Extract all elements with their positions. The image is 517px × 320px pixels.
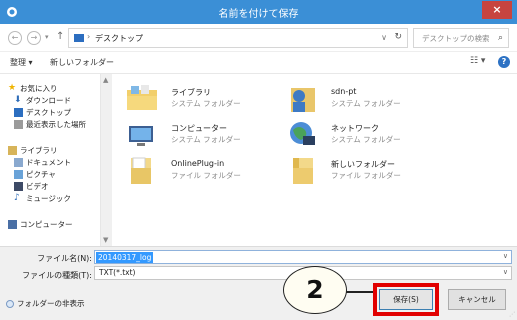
scroll-up-icon[interactable]: ▲ xyxy=(103,76,108,84)
sidebar-item-label: ライブラリ xyxy=(20,145,58,155)
sidebar-item-libraries[interactable]: ライブラリ xyxy=(8,144,58,156)
address-dropdown-icon[interactable]: ∨ xyxy=(381,33,387,42)
file-type: ファイル フォルダー xyxy=(171,171,241,180)
address-bar[interactable]: › デスクトップ ∨ ↻ xyxy=(68,28,408,48)
file-name: コンピューター xyxy=(171,124,227,133)
sidebar-item-label: デスクトップ xyxy=(26,107,71,117)
address-row: ← → ▾ ↑ › デスクトップ ∨ ↻ デスクトップの検索 ⌕ xyxy=(0,24,517,52)
videos-icon xyxy=(14,181,23,191)
file-name: sdn-pt xyxy=(331,87,357,96)
step-callout: 2 xyxy=(283,266,347,314)
filetype-label: ファイルの種類(T): xyxy=(22,271,92,280)
star-icon: ★ xyxy=(8,82,17,93)
filename-dropdown-icon[interactable]: ∨ xyxy=(503,252,508,260)
up-arrow-icon[interactable]: ↑ xyxy=(56,31,64,42)
sidebar-item-music[interactable]: ♪ ミュージック xyxy=(14,192,71,204)
back-icon[interactable]: ← xyxy=(8,31,22,45)
sidebar-scrollbar[interactable]: ▲ ▼ xyxy=(100,74,112,246)
sidebar-item-documents[interactable]: ドキュメント xyxy=(14,156,71,168)
close-button[interactable]: × xyxy=(482,1,512,19)
file-name: ネットワーク xyxy=(331,124,379,133)
list-item[interactable]: ネットワーク システム フォルダー xyxy=(285,116,455,154)
list-item[interactable]: コンピューター システム フォルダー xyxy=(125,116,295,154)
file-type: システム フォルダー xyxy=(331,135,401,144)
file-name: 新しいフォルダー xyxy=(331,160,395,169)
download-icon: ⬇ xyxy=(14,94,22,105)
navigation-pane: ★ お気に入り ⬇ ダウンロード デスクトップ 最近表示した場所 ライブラリ ド… xyxy=(0,74,112,246)
desktop-folder-icon xyxy=(74,34,84,42)
sidebar-item-label: ドキュメント xyxy=(26,157,71,167)
filename-value: 20140317_log xyxy=(96,252,154,263)
list-item[interactable]: ライブラリ システム フォルダー xyxy=(125,80,295,118)
scroll-down-icon[interactable]: ▼ xyxy=(103,236,108,244)
hide-folders-toggle[interactable]: フォルダーの非表示 xyxy=(6,298,85,309)
resize-grip-icon[interactable]: ⋰ xyxy=(509,311,515,318)
sidebar-item-label: お気に入り xyxy=(20,83,58,93)
sidebar-item-videos[interactable]: ビデオ xyxy=(14,180,49,192)
computer-icon xyxy=(8,219,17,229)
recent-places-icon xyxy=(14,119,23,129)
user-folder-icon xyxy=(291,88,315,112)
search-input[interactable]: デスクトップの検索 ⌕ xyxy=(413,28,509,48)
list-item[interactable]: OnlinePlug-in ファイル フォルダー xyxy=(125,152,295,190)
sidebar-item-label: 最近表示した場所 xyxy=(26,119,86,129)
save-form: ファイル名(N): 20140317_log ∨ ファイルの種類(T): TXT… xyxy=(0,246,517,320)
refresh-icon[interactable]: ↻ xyxy=(394,32,402,42)
library-folder-icon xyxy=(127,85,157,110)
file-type: システム フォルダー xyxy=(331,99,401,108)
sidebar-item-label: ミュージック xyxy=(26,193,71,203)
computer-icon xyxy=(129,126,153,146)
sidebar-item-desktop[interactable]: デスクトップ xyxy=(14,106,71,118)
callout-pointer xyxy=(345,291,373,293)
list-item[interactable]: sdn-pt システム フォルダー xyxy=(285,80,455,118)
sidebar-item-recent[interactable]: 最近表示した場所 xyxy=(14,118,86,130)
history-dropdown-icon[interactable]: ▾ xyxy=(45,33,49,41)
documents-icon xyxy=(14,157,23,167)
file-type: システム フォルダー xyxy=(171,99,241,108)
organize-button[interactable]: 整理 ▾ xyxy=(10,57,33,68)
file-type: システム フォルダー xyxy=(171,135,241,144)
folder-icon xyxy=(131,157,151,184)
sidebar-item-label: ビデオ xyxy=(26,181,49,191)
save-button[interactable]: 保存(S) xyxy=(379,289,433,310)
file-type: ファイル フォルダー xyxy=(331,171,401,180)
folder-icon xyxy=(293,158,313,184)
breadcrumb-desktop[interactable]: デスクトップ xyxy=(95,33,143,44)
new-folder-button[interactable]: 新しいフォルダー xyxy=(50,57,114,68)
cancel-button[interactable]: キャンセル xyxy=(448,289,506,310)
view-options-icon[interactable]: ☷ ▾ xyxy=(470,56,485,66)
help-icon[interactable]: ? xyxy=(498,56,510,68)
file-list: ライブラリ システム フォルダー sdn-pt システム フォルダー コンピュー… xyxy=(113,74,517,246)
filename-input[interactable]: 20140317_log ∨ xyxy=(94,250,512,264)
list-item[interactable]: 新しいフォルダー ファイル フォルダー xyxy=(285,152,455,190)
sidebar-item-favorites[interactable]: ★ お気に入り xyxy=(8,82,58,94)
forward-icon[interactable]: → xyxy=(27,31,41,45)
sidebar-item-computer[interactable]: コンピューター xyxy=(8,218,73,230)
music-icon: ♪ xyxy=(14,192,20,203)
collapse-icon xyxy=(6,299,14,308)
window-title: 名前を付けて保存 xyxy=(218,9,299,20)
filetype-dropdown-icon[interactable]: ∨ xyxy=(503,268,508,276)
filename-label: ファイル名(N): xyxy=(37,254,92,263)
toolbar: 整理 ▾ 新しいフォルダー ☷ ▾ ? xyxy=(0,52,517,74)
hide-folders-label: フォルダーの非表示 xyxy=(17,299,85,308)
search-icon[interactable]: ⌕ xyxy=(498,33,503,43)
title-bar: 名前を付けて保存 × xyxy=(0,0,517,24)
filetype-value: TXT(*.txt) xyxy=(99,268,136,277)
file-name: ライブラリ xyxy=(171,88,211,97)
sidebar-item-label: コンピューター xyxy=(20,219,73,229)
search-placeholder: デスクトップの検索 xyxy=(422,34,490,43)
sidebar-item-label: ダウンロード xyxy=(26,95,71,105)
network-icon xyxy=(290,122,315,145)
breadcrumb-separator-icon[interactable]: › xyxy=(87,32,90,41)
sidebar-item-label: ピクチャ xyxy=(26,169,56,179)
desktop-icon xyxy=(14,107,23,117)
file-name: OnlinePlug-in xyxy=(171,159,225,168)
sidebar-item-pictures[interactable]: ピクチャ xyxy=(14,168,56,180)
pictures-icon xyxy=(14,169,23,179)
library-icon xyxy=(8,145,17,155)
sidebar-item-downloads[interactable]: ⬇ ダウンロード xyxy=(14,94,71,106)
